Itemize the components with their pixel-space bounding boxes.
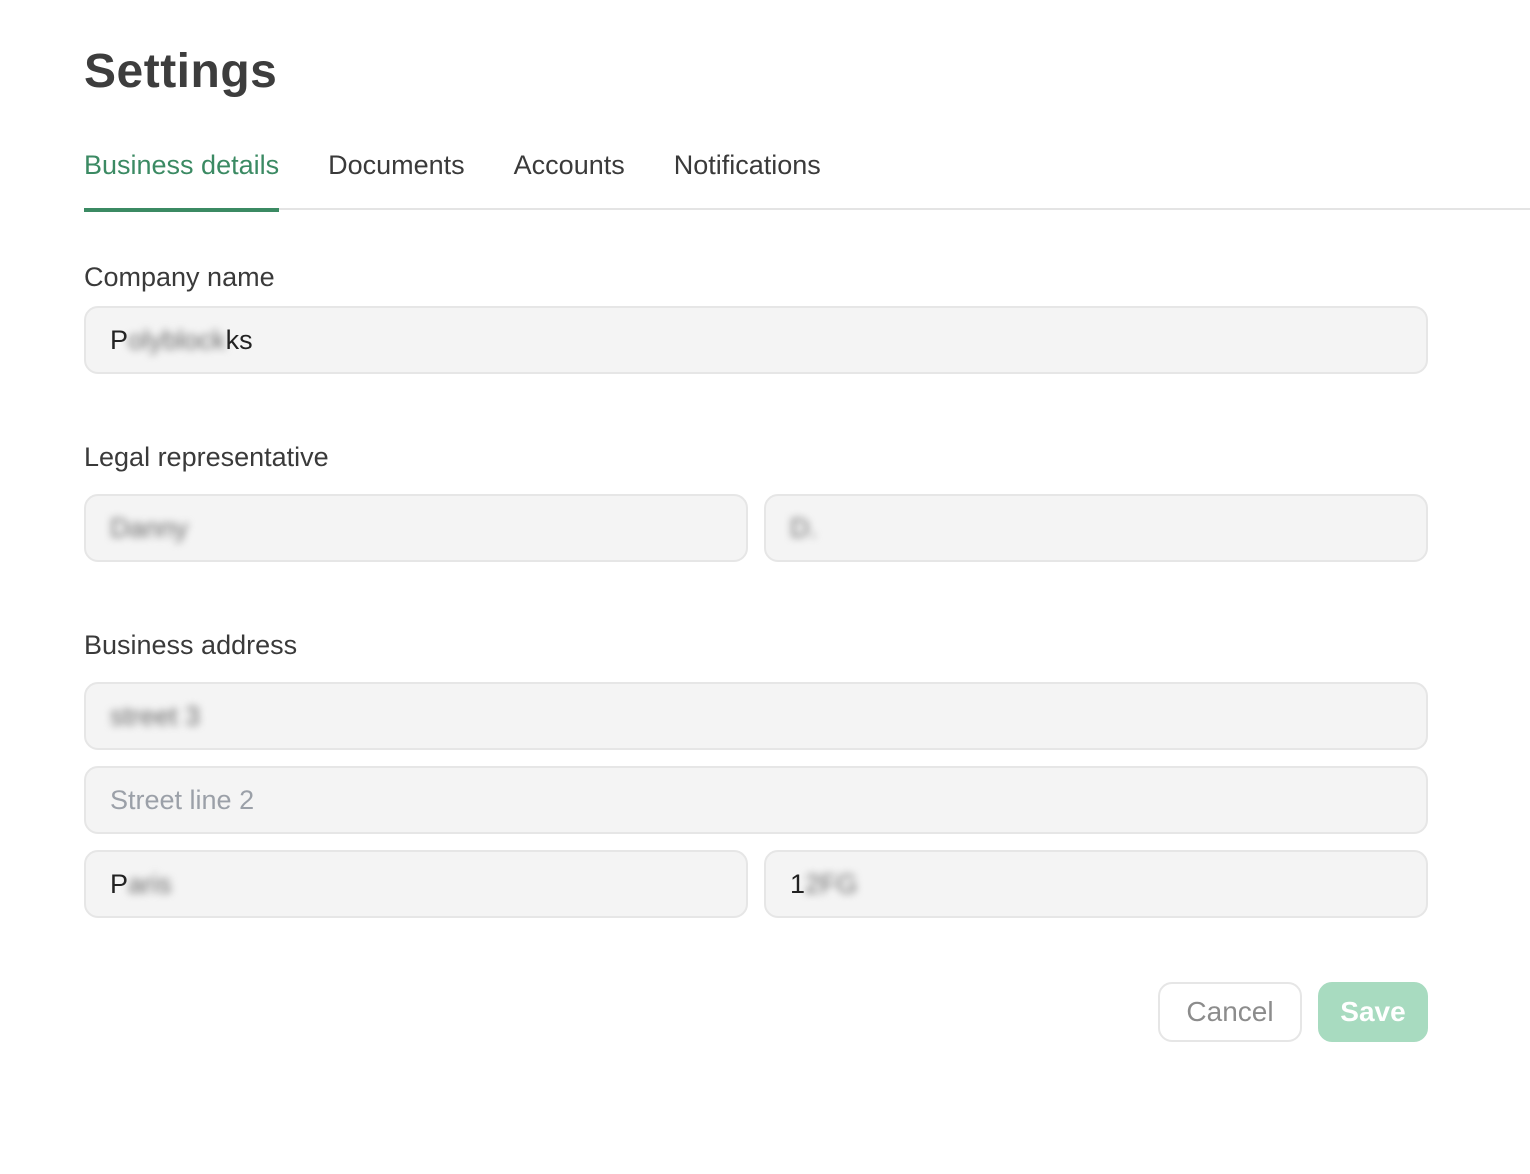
- settings-page: Settings Business details Documents Acco…: [0, 0, 1530, 1174]
- tab-business-details[interactable]: Business details: [84, 140, 280, 212]
- cancel-button[interactable]: Cancel: [1158, 982, 1302, 1042]
- postcode-obscured: 2FG: [805, 868, 858, 899]
- company-name-prefix: P: [110, 324, 129, 355]
- save-button[interactable]: Save: [1318, 982, 1428, 1042]
- legal-rep-last-name-value: D.: [790, 512, 817, 543]
- city-field[interactable]: Paris: [84, 850, 748, 918]
- legal-rep-first-name-field[interactable]: Danny: [84, 494, 748, 562]
- city-value: Paris: [110, 869, 172, 900]
- tab-documents[interactable]: Documents: [328, 140, 465, 210]
- street-line-2-input[interactable]: [110, 784, 1402, 816]
- street-line-1-field[interactable]: street 3: [84, 682, 1428, 750]
- company-name-label: Company name: [84, 262, 275, 292]
- tab-notifications[interactable]: Notifications: [674, 140, 821, 210]
- business-address-label: Business address: [84, 630, 298, 660]
- page-title: Settings: [84, 45, 278, 98]
- company-name-field[interactable]: Polyblock ks: [84, 306, 1428, 374]
- street-line-1-value: street 3: [110, 700, 201, 731]
- street-line-2-field[interactable]: [84, 766, 1428, 834]
- legal-representative-label: Legal representative: [84, 442, 329, 472]
- legal-rep-first-name-value: Danny: [110, 512, 189, 543]
- company-name-obscured: olyblock: [128, 324, 226, 355]
- postcode-field[interactable]: 1 2FG: [764, 850, 1428, 918]
- company-name-suffix: ks: [225, 324, 253, 355]
- city-prefix: P: [110, 868, 129, 899]
- postcode-prefix: 1: [790, 868, 806, 899]
- tab-accounts[interactable]: Accounts: [514, 140, 625, 210]
- company-name-value: Polyblock ks: [110, 325, 253, 356]
- legal-rep-last-name-field[interactable]: D.: [764, 494, 1428, 562]
- settings-tabs: Business details Documents Accounts Noti…: [84, 140, 1530, 212]
- postcode-value: 1 2FG: [790, 869, 858, 900]
- city-obscured: aris: [128, 868, 172, 899]
